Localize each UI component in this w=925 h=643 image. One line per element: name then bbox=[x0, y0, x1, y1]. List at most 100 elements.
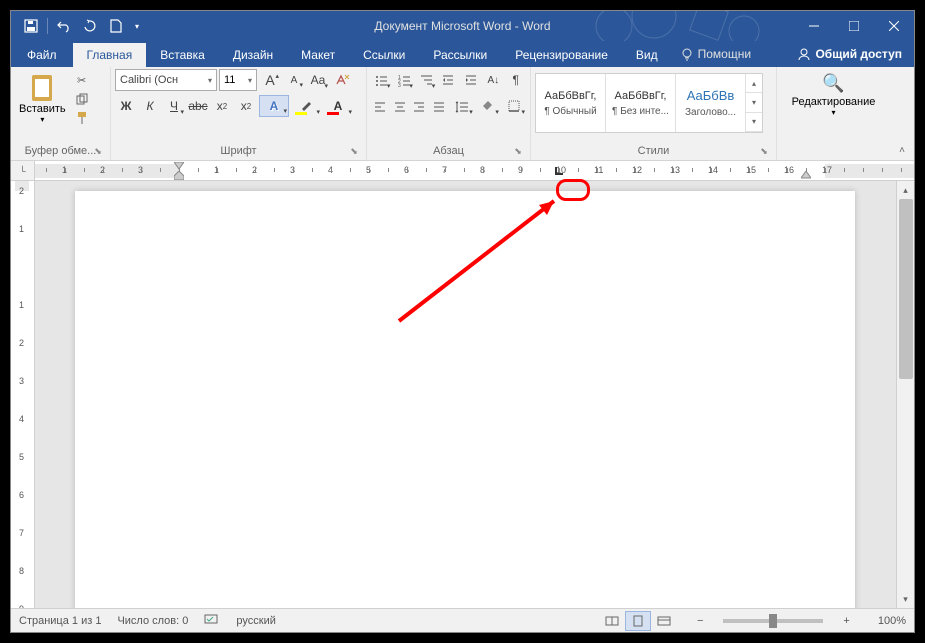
paste-button[interactable]: Вставить ▾ bbox=[15, 69, 70, 126]
increase-indent-button[interactable] bbox=[461, 69, 481, 91]
save-button[interactable] bbox=[19, 14, 43, 38]
shading-button[interactable]: ▾ bbox=[476, 95, 500, 117]
page[interactable] bbox=[75, 191, 855, 608]
ribbon-tabs: Файл Главная Вставка Дизайн Макет Ссылки… bbox=[11, 41, 914, 67]
status-spell[interactable] bbox=[204, 612, 220, 629]
tab-references[interactable]: Ссылки bbox=[349, 43, 419, 67]
format-painter-button[interactable] bbox=[72, 109, 92, 127]
share-button[interactable]: Общий доступ bbox=[785, 41, 914, 67]
zoom-slider[interactable] bbox=[723, 619, 823, 623]
font-name-input[interactable]: Calibri (Осн▾ bbox=[115, 69, 217, 91]
print-layout-button[interactable] bbox=[625, 611, 651, 631]
status-words[interactable]: Число слов: 0 bbox=[117, 615, 188, 627]
zoom-thumb[interactable] bbox=[769, 614, 777, 628]
tab-view[interactable]: Вид bbox=[622, 43, 672, 67]
font-color-button[interactable]: A▾ bbox=[323, 95, 353, 117]
decrease-indent-button[interactable] bbox=[438, 69, 458, 91]
scroll-thumb[interactable] bbox=[899, 199, 913, 379]
tab-home[interactable]: Главная bbox=[73, 43, 147, 67]
underline-button[interactable]: Ч▾ bbox=[163, 95, 185, 117]
line-spacing-button[interactable]: ▾ bbox=[450, 95, 474, 117]
share-icon bbox=[797, 47, 811, 61]
minimize-button[interactable] bbox=[794, 11, 834, 41]
grow-font-button[interactable]: A▴ bbox=[259, 69, 281, 91]
tab-review[interactable]: Рецензирование bbox=[501, 43, 622, 67]
gallery-up-button[interactable]: ▴ bbox=[746, 74, 762, 93]
document-scroll[interactable] bbox=[35, 181, 896, 608]
gallery-more-button[interactable]: ▾ bbox=[746, 113, 762, 132]
align-left-button[interactable] bbox=[371, 95, 389, 117]
superscript-button[interactable]: x2 bbox=[235, 95, 257, 117]
style-normal[interactable]: АаБбВвГг, ¶ Обычный bbox=[536, 74, 606, 132]
copy-button[interactable] bbox=[72, 90, 92, 108]
vertical-ruler[interactable]: 211234567891011121314 bbox=[11, 181, 35, 608]
zoom-out-button[interactable]: − bbox=[693, 615, 707, 627]
shrink-font-button[interactable]: A▾ bbox=[283, 69, 305, 91]
gallery-down-button[interactable]: ▾ bbox=[746, 93, 762, 112]
highlight-button[interactable]: ▾ bbox=[291, 95, 321, 117]
zoom-in-button[interactable]: + bbox=[839, 615, 853, 627]
bold-button[interactable]: Ж bbox=[115, 95, 137, 117]
bullets-button[interactable]: ▾ bbox=[371, 69, 391, 91]
cut-button[interactable]: ✂ bbox=[72, 71, 92, 89]
qat-customize-button[interactable]: ▾ bbox=[130, 14, 144, 38]
subscript-button[interactable]: x2 bbox=[211, 95, 233, 117]
justify-button[interactable] bbox=[430, 95, 448, 117]
strike-button[interactable]: abc bbox=[187, 95, 209, 117]
undo-button[interactable] bbox=[52, 14, 76, 38]
align-center-button[interactable] bbox=[391, 95, 409, 117]
web-layout-button[interactable] bbox=[651, 611, 677, 631]
change-case-button[interactable]: Aa▾ bbox=[307, 69, 329, 91]
tab-selector[interactable]: └ bbox=[11, 161, 35, 180]
status-language[interactable]: русский bbox=[236, 615, 275, 627]
word-window: ▾ Документ Microsoft Word - Word Файл Гл… bbox=[10, 10, 915, 633]
align-right-button[interactable] bbox=[410, 95, 428, 117]
tab-file[interactable]: Файл bbox=[11, 43, 73, 67]
multilevel-button[interactable]: ▾ bbox=[416, 69, 436, 91]
tab-design[interactable]: Дизайн bbox=[219, 43, 287, 67]
tab-mailings[interactable]: Рассылки bbox=[419, 43, 501, 67]
collapse-ribbon-button[interactable]: ˄ bbox=[890, 67, 914, 160]
font-size-input[interactable]: 11▾ bbox=[219, 69, 257, 91]
styles-launcher[interactable]: ⬊ bbox=[758, 146, 770, 158]
status-page[interactable]: Страница 1 из 1 bbox=[19, 615, 101, 627]
paste-icon bbox=[26, 71, 58, 103]
read-mode-button[interactable] bbox=[599, 611, 625, 631]
maximize-button[interactable] bbox=[834, 11, 874, 41]
editing-find-button[interactable]: 🔍 Редактирование ▾ bbox=[782, 69, 886, 121]
close-button[interactable] bbox=[874, 11, 914, 41]
borders-button[interactable]: ▾ bbox=[502, 95, 526, 117]
style-no-spacing[interactable]: АаБбВвГг, ¶ Без инте... bbox=[606, 74, 676, 132]
numbering-button[interactable]: 123▾ bbox=[393, 69, 413, 91]
paragraph-launcher[interactable]: ⬊ bbox=[512, 146, 524, 158]
document-area: 211234567891011121314 ▴ ▾ bbox=[11, 181, 914, 608]
tab-layout[interactable]: Макет bbox=[287, 43, 349, 67]
horizontal-ruler[interactable]: 3211234567891011121314151617 bbox=[35, 161, 914, 180]
show-marks-button[interactable]: ¶ bbox=[506, 69, 526, 91]
scroll-up-button[interactable]: ▴ bbox=[897, 181, 914, 199]
font-label: Шрифт bbox=[220, 145, 256, 157]
clear-format-button[interactable] bbox=[331, 69, 353, 91]
quick-access-toolbar: ▾ bbox=[11, 14, 144, 38]
italic-button[interactable]: К bbox=[139, 95, 161, 117]
svg-text:3: 3 bbox=[398, 83, 401, 87]
lightbulb-icon bbox=[680, 47, 694, 61]
find-icon: 🔍 bbox=[822, 73, 844, 94]
scroll-down-button[interactable]: ▾ bbox=[897, 590, 914, 608]
redo-button[interactable] bbox=[78, 14, 102, 38]
status-bar: Страница 1 из 1 Число слов: 0 русский − … bbox=[11, 608, 914, 632]
tell-me-search[interactable]: Помощни bbox=[672, 41, 759, 67]
new-doc-button[interactable] bbox=[104, 14, 128, 38]
sort-button[interactable]: A↓ bbox=[483, 69, 503, 91]
text-effects-button[interactable]: A▾ bbox=[259, 95, 289, 117]
zoom-value[interactable]: 100% bbox=[878, 615, 906, 627]
style-heading1[interactable]: АаБбВв Заголово... bbox=[676, 74, 746, 132]
paragraph-label: Абзац bbox=[433, 145, 464, 157]
clipboard-launcher[interactable]: ⬊ bbox=[92, 146, 104, 158]
title-bar: ▾ Документ Microsoft Word - Word bbox=[11, 11, 914, 41]
vertical-scrollbar[interactable]: ▴ ▾ bbox=[896, 181, 914, 608]
font-launcher[interactable]: ⬊ bbox=[348, 146, 360, 158]
group-clipboard: Вставить ▾ ✂ Буфер обме...⬊ bbox=[11, 67, 111, 160]
tab-insert[interactable]: Вставка bbox=[146, 43, 219, 67]
ruler-area: └ 3211234567891011121314151617 bbox=[11, 161, 914, 181]
